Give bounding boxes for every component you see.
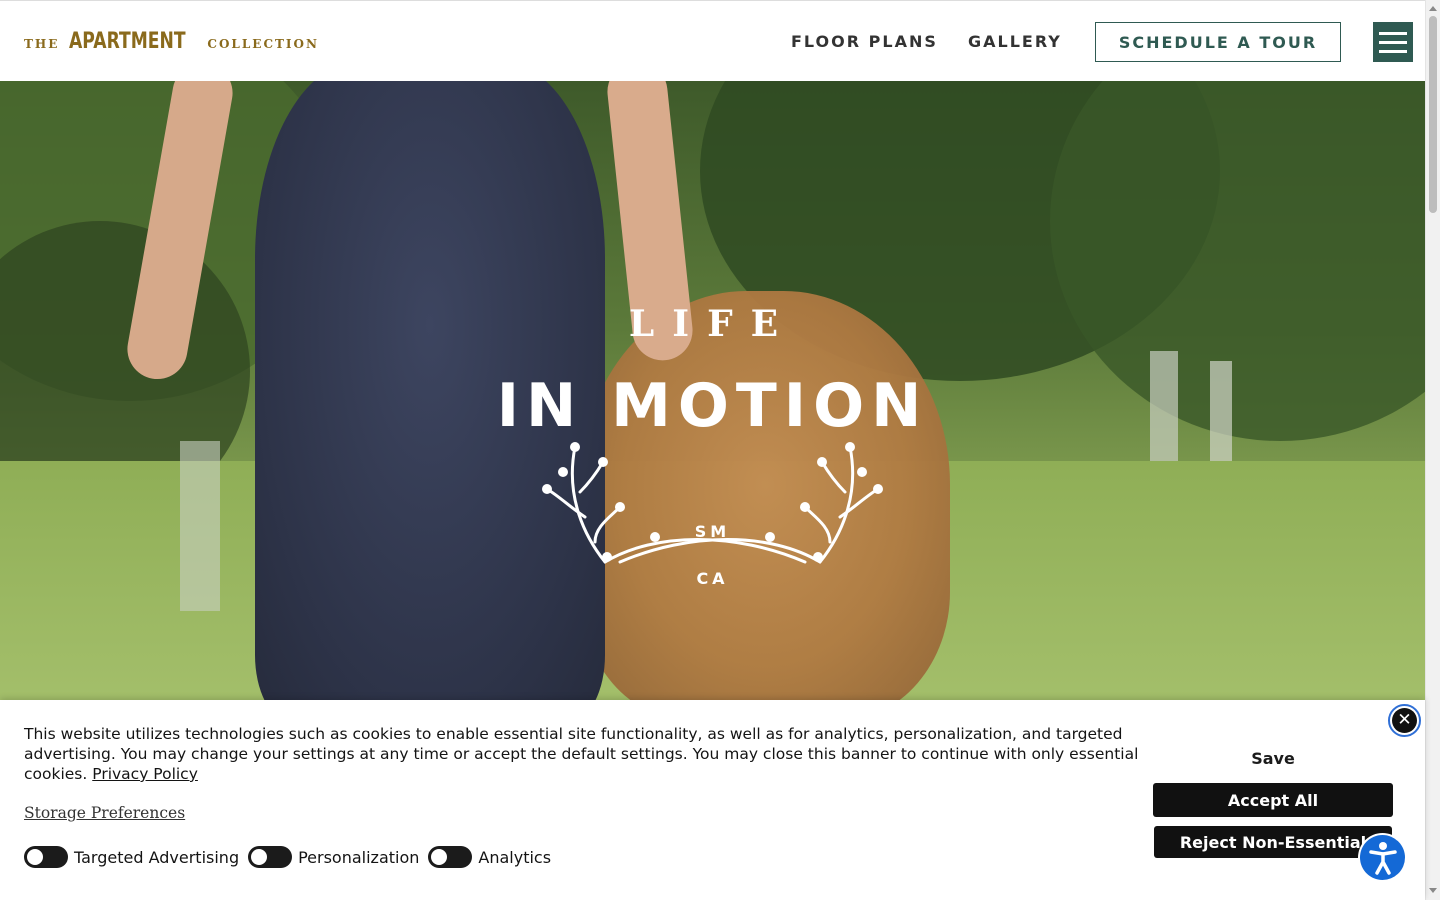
logo-suffix: COLLECTION	[207, 37, 319, 51]
cookie-message: This website utilizes technologies such …	[24, 724, 1144, 784]
site-logo[interactable]: THE APARTMENT COLLECTION	[24, 29, 319, 54]
hero-image: LIFE IN MOTION SM CA	[0, 81, 1425, 700]
scroll-up-arrow-icon[interactable]	[1429, 6, 1437, 11]
toggle-label: Analytics	[478, 847, 552, 867]
hamburger-menu-icon[interactable]	[1373, 22, 1413, 62]
emblem-top-text: SM	[694, 522, 731, 541]
hero-title-line1: LIFE	[628, 303, 797, 345]
nav-floor-plans[interactable]: FLOOR PLANS	[791, 32, 938, 51]
site-header: THE APARTMENT COLLECTION FLOOR PLANS GAL…	[0, 0, 1425, 81]
accessibility-icon[interactable]	[1360, 835, 1405, 880]
toggle-targeted-advertising[interactable]: Targeted Advertising	[24, 846, 239, 868]
scroll-down-arrow-icon[interactable]	[1429, 888, 1437, 893]
storage-preferences-link[interactable]: Storage Preferences	[24, 804, 185, 822]
cookie-banner: This website utilizes technologies such …	[0, 700, 1425, 900]
accept-all-button[interactable]: Accept All	[1153, 783, 1393, 817]
scroll-thumb[interactable]	[1429, 16, 1437, 213]
toggle-label: Personalization	[298, 847, 420, 867]
toggle-switch[interactable]	[24, 846, 68, 868]
toggle-switch[interactable]	[248, 846, 293, 868]
reject-non-essential-button[interactable]: Reject Non-Essential	[1154, 826, 1392, 858]
close-icon[interactable]: ✕	[1388, 704, 1421, 737]
schedule-tour-button[interactable]: SCHEDULE A TOUR	[1095, 22, 1341, 62]
privacy-policy-link[interactable]: Privacy Policy	[92, 765, 198, 783]
logo-main: APARTMENT	[69, 29, 187, 54]
toggle-analytics[interactable]: Analytics	[428, 846, 551, 868]
toggle-switch[interactable]	[428, 846, 473, 868]
logo-prefix: THE	[24, 37, 60, 51]
page-scrollbar[interactable]	[1425, 0, 1440, 900]
toggle-label: Targeted Advertising	[74, 847, 240, 867]
save-button[interactable]: Save	[1153, 744, 1393, 772]
nav-gallery[interactable]: GALLERY	[968, 32, 1062, 51]
laurel-wreath-icon	[542, 442, 883, 564]
emblem-bottom-text: CA	[696, 569, 729, 588]
toggle-personalization[interactable]: Personalization	[248, 846, 419, 868]
hero-title-line2: IN MOTION	[496, 371, 929, 441]
consent-toggles: Targeted Advertising Personalization Ana…	[24, 846, 560, 868]
